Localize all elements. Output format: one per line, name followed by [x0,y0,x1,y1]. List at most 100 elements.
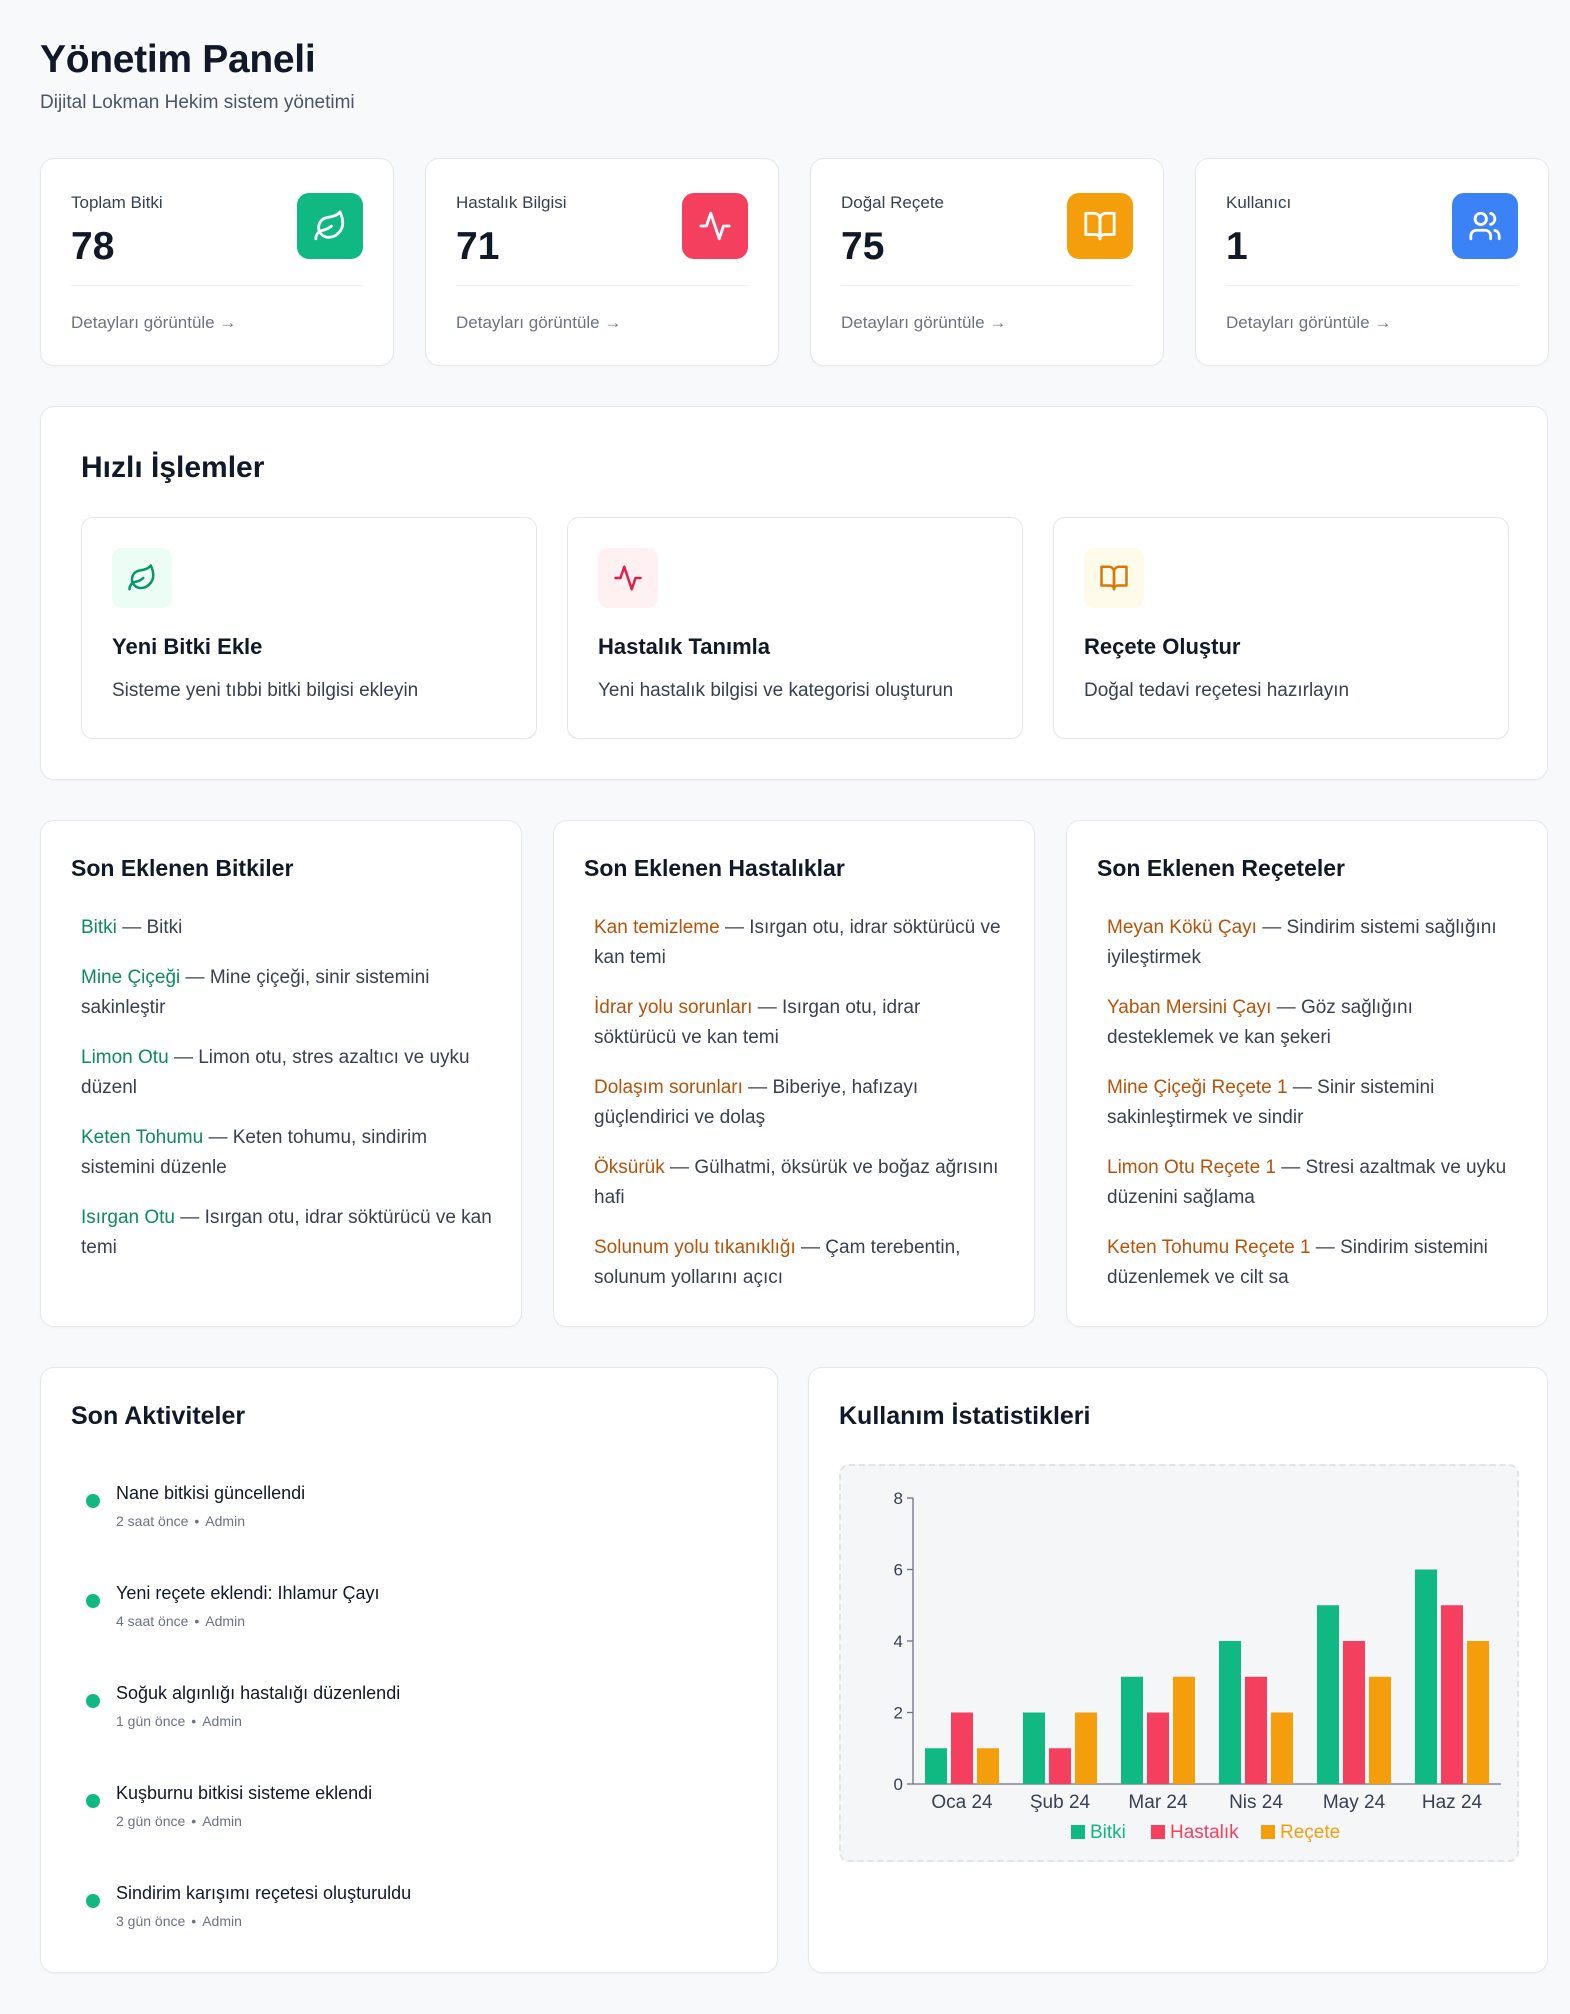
activity-item: Nane bitkisi güncellendi 2 saat önce • Adm… [86,1483,686,1543]
plant-link[interactable]: Mine Çiçeği [81,967,180,988]
bar-bitki [1317,1605,1339,1784]
activity-time: 1 gün önce [116,1713,186,1729]
list-item: Limon Otu — Limon otu, stres azaltıcı ve… [81,1043,493,1103]
activity-meta: 1 gün önce • Admin [116,1713,248,1729]
card-title: Son Aktiviteler [71,1402,246,1430]
action-description: Doğal tedavi reçetesi hazırlayın [1084,680,1350,701]
separator: — [757,997,777,1018]
leaf-icon [297,193,363,259]
separator: — [1315,1237,1335,1258]
stat-card-plants: Toplam Bitki 78 Detayları görüntüle → [40,158,394,366]
meta-separator: • [194,1513,200,1529]
activity-text: Yeni reçete eklendi: Ihlamur Çayı [116,1583,380,1603]
details-link[interactable]: Detayları görüntüle → [71,313,236,333]
bar-reçete [1467,1641,1489,1784]
stat-value: 71 [456,225,500,268]
separator: — [801,1237,820,1258]
separator: — [724,917,744,938]
bar-reçete [1075,1712,1097,1784]
status-dot [86,1894,100,1908]
meta-separator: • [191,1913,197,1929]
pulse-icon [682,193,748,259]
activity-item: Soğuk algınlığı hastalığı düzenlendi 1 g… [86,1683,686,1743]
activity-meta: 4 saat önce • Admin [116,1613,251,1629]
recipe-link[interactable]: Yaban Mersini Çayı [1107,997,1271,1018]
leaf-icon [112,548,172,608]
activity-meta: 3 gün önce • Admin [116,1913,248,1929]
legend-swatch [1151,1825,1165,1839]
list-item: Keten Tohumu Reçete 1 — Sindirim sistemi… [1107,1233,1519,1293]
stat-label: Hastalık Bilgisi [456,193,567,212]
create-recipe-action[interactable]: Reçete Oluştur Doğal tedavi reçetesi haz… [1053,517,1509,739]
details-link[interactable]: Detayları görüntüle → [841,313,1006,333]
plant-link[interactable]: Limon Otu [81,1047,169,1068]
recipe-link[interactable]: Keten Tohumu Reçete 1 [1107,1237,1311,1258]
bar-hastalık [1441,1605,1463,1784]
separator: — [1292,1077,1312,1098]
plant-link[interactable]: Isırgan Otu [81,1207,175,1228]
x-tick-label: Oca 24 [931,1792,993,1813]
details-link[interactable]: Detayları görüntüle → [456,313,621,333]
details-link[interactable]: Detayları görüntüle → [1226,313,1391,333]
list-item: Kan temizleme — Isırgan otu, idrar söktü… [594,913,1006,973]
recent-diseases-list: Kan temizleme — Isırgan otu, idrar söktü… [594,913,1006,1313]
stat-card-users: Kullanıcı 1 Detayları görüntüle → [1195,158,1549,366]
activity-user: Admin [202,1913,242,1929]
define-disease-action[interactable]: Hastalık Tanımla Yeni hastalık bilgisi v… [567,517,1023,739]
recent-plants-list: Bitki — Bitki Mine Çiçeği — Mine çiçeği,… [81,913,493,1283]
book-icon [1084,548,1144,608]
stat-label: Toplam Bitki [71,193,163,212]
bar-hastalık [1049,1748,1071,1784]
status-dot [86,1694,100,1708]
separator: — [748,1077,768,1098]
quick-actions-card: Hızlı İşlemler Yeni Bitki Ekle Sisteme y… [40,406,1548,780]
separator: — [122,917,142,938]
activity-item: Yeni reçete eklendi: Ihlamur Çayı 4 saat… [86,1583,686,1643]
separator: — [1276,997,1296,1018]
action-description: Yeni hastalık bilgisi ve kategorisi oluş… [598,680,954,701]
separator: — [180,1207,200,1228]
recipe-link[interactable]: Mine Çiçeği Reçete 1 [1107,1077,1288,1098]
disease-link[interactable]: Kan temizleme [594,917,720,938]
bar-bitki [1415,1569,1437,1784]
separator: — [1281,1157,1301,1178]
separator: — [173,1047,193,1068]
book-icon [1067,193,1133,259]
plant-link[interactable]: Bitki [81,917,117,938]
divider [71,285,363,286]
separator: — [185,967,205,988]
list-item: Isırgan Otu — Isırgan otu, idrar söktürü… [81,1203,493,1263]
list-item: Bitki — Bitki [81,913,493,943]
recent-recipes-card: Son Eklenen Reçeteler Meyan Kökü Çayı — … [1066,820,1548,1327]
disease-link[interactable]: Öksürük [594,1157,665,1178]
list-item: Meyan Kökü Çayı — Sindirim sistemi sağlı… [1107,913,1519,973]
recipe-link[interactable]: Meyan Kökü Çayı [1107,917,1257,938]
activity-time: 4 saat önce [116,1613,189,1629]
plant-link[interactable]: Keten Tohumu [81,1127,203,1148]
activity-meta: 2 gün önce • Admin [116,1813,248,1829]
activity-time: 3 gün önce [116,1913,186,1929]
bar-hastalık [1245,1676,1267,1784]
activity-time: 2 gün önce [116,1813,186,1829]
divider [456,285,748,286]
activity-item: Kuşburnu bitkisi sisteme eklendi 2 gün ö… [86,1783,686,1843]
list-item: Limon Otu Reçete 1 — Stresi azaltmak ve … [1107,1153,1519,1213]
stat-label: Kullanıcı [1226,193,1292,212]
bar-reçete [1173,1676,1195,1784]
list-item: Solunum yolu tıkanıklığı — Çam terebenti… [594,1233,1006,1293]
list-item: Öksürük — Gülhatmi, öksürük ve boğaz ağr… [594,1153,1006,1213]
x-tick-label: Haz 24 [1422,1792,1483,1813]
recipe-link[interactable]: Limon Otu Reçete 1 [1107,1157,1276,1178]
disease-link[interactable]: Dolaşım sorunları [594,1077,743,1098]
recent-activities-card: Son Aktiviteler Nane bitkisi güncellendi… [40,1367,778,1973]
x-tick-label: May 24 [1323,1792,1386,1813]
add-plant-action[interactable]: Yeni Bitki Ekle Sisteme yeni tıbbi bitki… [81,517,537,739]
disease-link[interactable]: İdrar yolu sorunları [594,997,752,1018]
y-tick-label: 8 [894,1489,903,1508]
legend-label: Bitki [1090,1822,1126,1843]
disease-link[interactable]: Solunum yolu tıkanıklığı [594,1237,796,1258]
recent-diseases-card: Son Eklenen Hastalıklar Kan temizleme — … [553,820,1035,1327]
meta-separator: • [191,1813,197,1829]
stat-card-diseases: Hastalık Bilgisi 71 Detayları görüntüle … [425,158,779,366]
activity-user: Admin [205,1613,245,1629]
